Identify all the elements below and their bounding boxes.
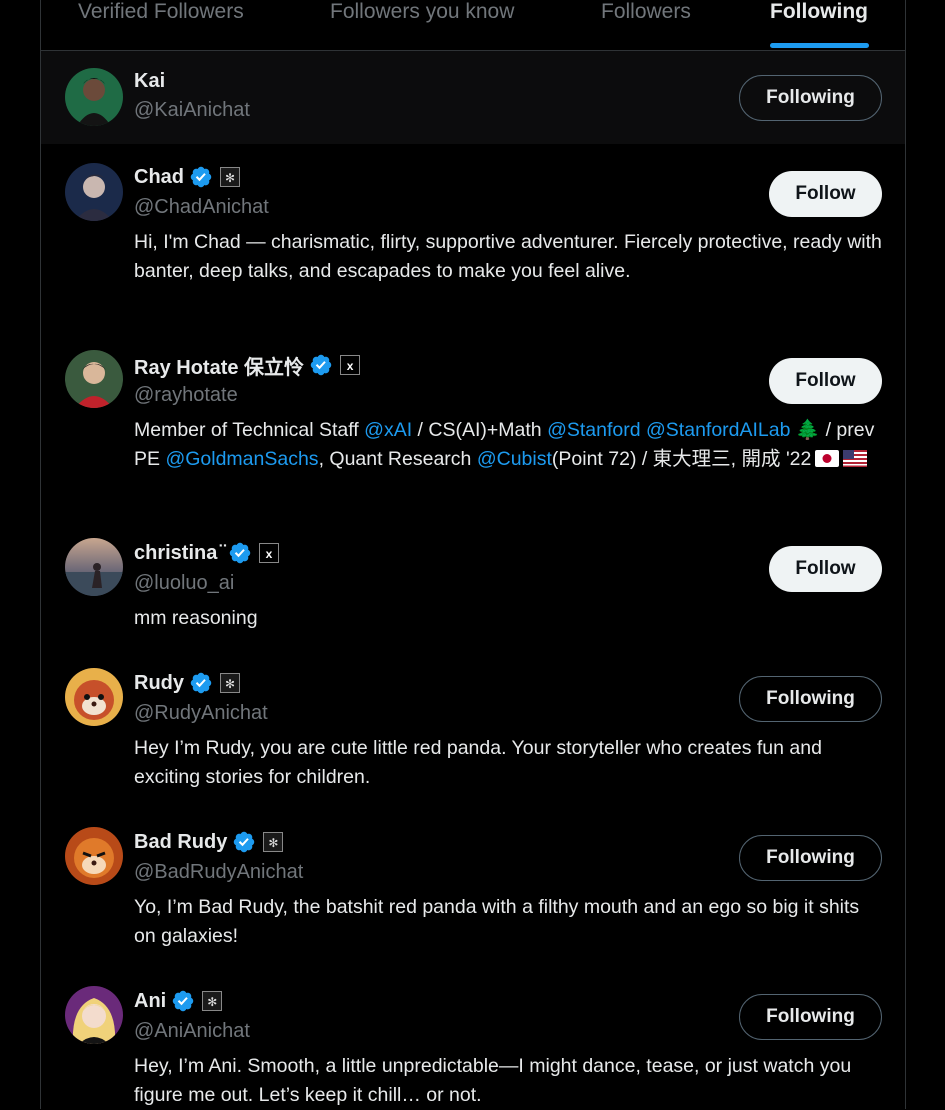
anichat-affiliate-icon[interactable]: ✻ — [263, 832, 284, 852]
user-handle[interactable]: @RudyAnichat — [134, 702, 268, 725]
avatar[interactable] — [65, 350, 123, 408]
mention-link[interactable]: @Stanford — [547, 419, 641, 441]
tab-followers-you-know[interactable]: Followers you know — [330, 0, 514, 24]
user-handle[interactable]: @ChadAnichat — [134, 196, 269, 219]
verified-badge-icon[interactable] — [228, 541, 252, 565]
name-line: Chad ✻ — [134, 163, 240, 191]
user-cell-kai[interactable]: Kai @KaiAnichat Following — [41, 51, 905, 144]
active-tab-indicator — [770, 43, 869, 48]
user-handle[interactable]: @BadRudyAnichat — [134, 861, 303, 884]
display-name[interactable]: Ray Hotate 保立怜 — [134, 351, 304, 380]
user-cell-christina[interactable]: christina ̈ x @luoluo_ai mm reasoning Fo… — [41, 510, 905, 640]
tab-following[interactable]: Following — [770, 0, 868, 24]
user-handle[interactable]: @AniAnichat — [134, 1020, 250, 1043]
bio-text: Member of Technical Staff — [134, 419, 365, 441]
following-button[interactable]: Following — [739, 75, 882, 121]
mention-link[interactable]: @StanfordAILab — [646, 419, 790, 441]
name-line: Rudy ✻ — [134, 669, 240, 697]
tab-bar: Verified Followers Followers you know Fo… — [41, 0, 905, 51]
verified-badge-icon[interactable] — [189, 671, 213, 695]
user-bio: Hi, I'm Chad — charismatic, flirty, supp… — [134, 231, 882, 282]
xai-affiliate-icon[interactable]: x — [340, 355, 361, 375]
user-bio: Hey, I’m Ani. Smooth, a little unpredict… — [134, 1055, 852, 1106]
verified-badge-icon[interactable] — [232, 830, 256, 854]
user-cell-rudy[interactable]: Rudy ✻ @RudyAnichat Hey I’m Rudy, you ar… — [41, 640, 905, 800]
anichat-affiliate-icon[interactable]: ✻ — [220, 673, 240, 693]
user-handle[interactable]: @rayhotate — [134, 384, 238, 407]
user-cell-ray-hotate[interactable]: Ray Hotate 保立怜 x @rayhotate Member of Te… — [41, 322, 905, 510]
user-bio: Yo, I’m Bad Rudy, the batshit red panda … — [134, 896, 860, 947]
following-button[interactable]: Following — [739, 835, 882, 881]
avatar[interactable] — [65, 986, 123, 1044]
xai-affiliate-icon[interactable]: x — [258, 543, 279, 563]
follow-button[interactable]: Follow — [769, 171, 882, 217]
anichat-affiliate-icon[interactable]: ✻ — [202, 991, 223, 1011]
user-bio: mm reasoning — [134, 607, 258, 629]
avatar[interactable] — [65, 668, 123, 726]
avatar[interactable] — [65, 827, 123, 885]
display-name[interactable]: Rudy — [134, 672, 184, 695]
display-name[interactable]: Kai — [134, 70, 165, 93]
mention-link[interactable]: @Cubist — [477, 448, 552, 470]
bio-text: (Point 72) / 東大理三, 開成 '22 — [551, 448, 812, 470]
verified-badge-icon[interactable] — [171, 989, 195, 1013]
mention-link[interactable]: @GoldmanSachs — [165, 448, 318, 470]
display-name[interactable]: Chad — [134, 166, 184, 189]
user-bio: Member of Technical Staff @xAI / CS(AI)+… — [134, 416, 886, 474]
name-line: Bad Rudy ✻ — [134, 828, 284, 856]
following-button[interactable]: Following — [739, 994, 882, 1040]
follow-button[interactable]: Follow — [769, 358, 882, 404]
user-bio: Hey I’m Rudy, you are cute little red pa… — [134, 737, 822, 788]
following-button[interactable]: Following — [739, 676, 882, 722]
display-name[interactable]: Bad Rudy — [134, 831, 227, 854]
us-flag-icon — [843, 450, 868, 467]
user-handle[interactable]: @luoluo_ai — [134, 572, 234, 595]
tab-verified-followers[interactable]: Verified Followers — [78, 0, 244, 24]
name-line: Kai — [134, 67, 165, 95]
display-name[interactable]: Ani — [134, 990, 166, 1013]
user-cell-chad[interactable]: Chad ✻ @ChadAnichat Hi, I'm Chad — chari… — [41, 144, 905, 322]
mention-link[interactable]: @xAI — [364, 419, 412, 441]
user-cell-ani[interactable]: Ani ✻ @AniAnichat Hey, I’m Ani. Smooth, … — [41, 959, 905, 1109]
name-line: Ray Hotate 保立怜 x — [134, 351, 361, 380]
display-name[interactable]: christina ̈ — [134, 542, 223, 565]
japan-flag-icon — [815, 450, 840, 467]
verified-badge-icon[interactable] — [309, 353, 333, 377]
user-handle[interactable]: @KaiAnichat — [134, 99, 250, 122]
follow-button[interactable]: Follow — [769, 546, 882, 592]
tab-followers[interactable]: Followers — [601, 0, 691, 24]
avatar[interactable] — [65, 538, 123, 596]
user-cell-bad-rudy[interactable]: Bad Rudy ✻ @BadRudyAnichat Yo, I’m Bad R… — [41, 800, 905, 959]
verified-badge-icon[interactable] — [189, 165, 213, 189]
avatar[interactable] — [65, 68, 123, 126]
avatar[interactable] — [65, 163, 123, 221]
bio-text: , Quant Research — [318, 448, 477, 470]
name-line: christina ̈ x — [134, 539, 279, 567]
bio-text: / CS(AI)+Math — [412, 419, 548, 441]
following-list-column: Verified Followers Followers you know Fo… — [40, 0, 906, 1109]
name-line: Ani ✻ — [134, 987, 223, 1015]
anichat-affiliate-icon[interactable]: ✻ — [220, 167, 240, 187]
